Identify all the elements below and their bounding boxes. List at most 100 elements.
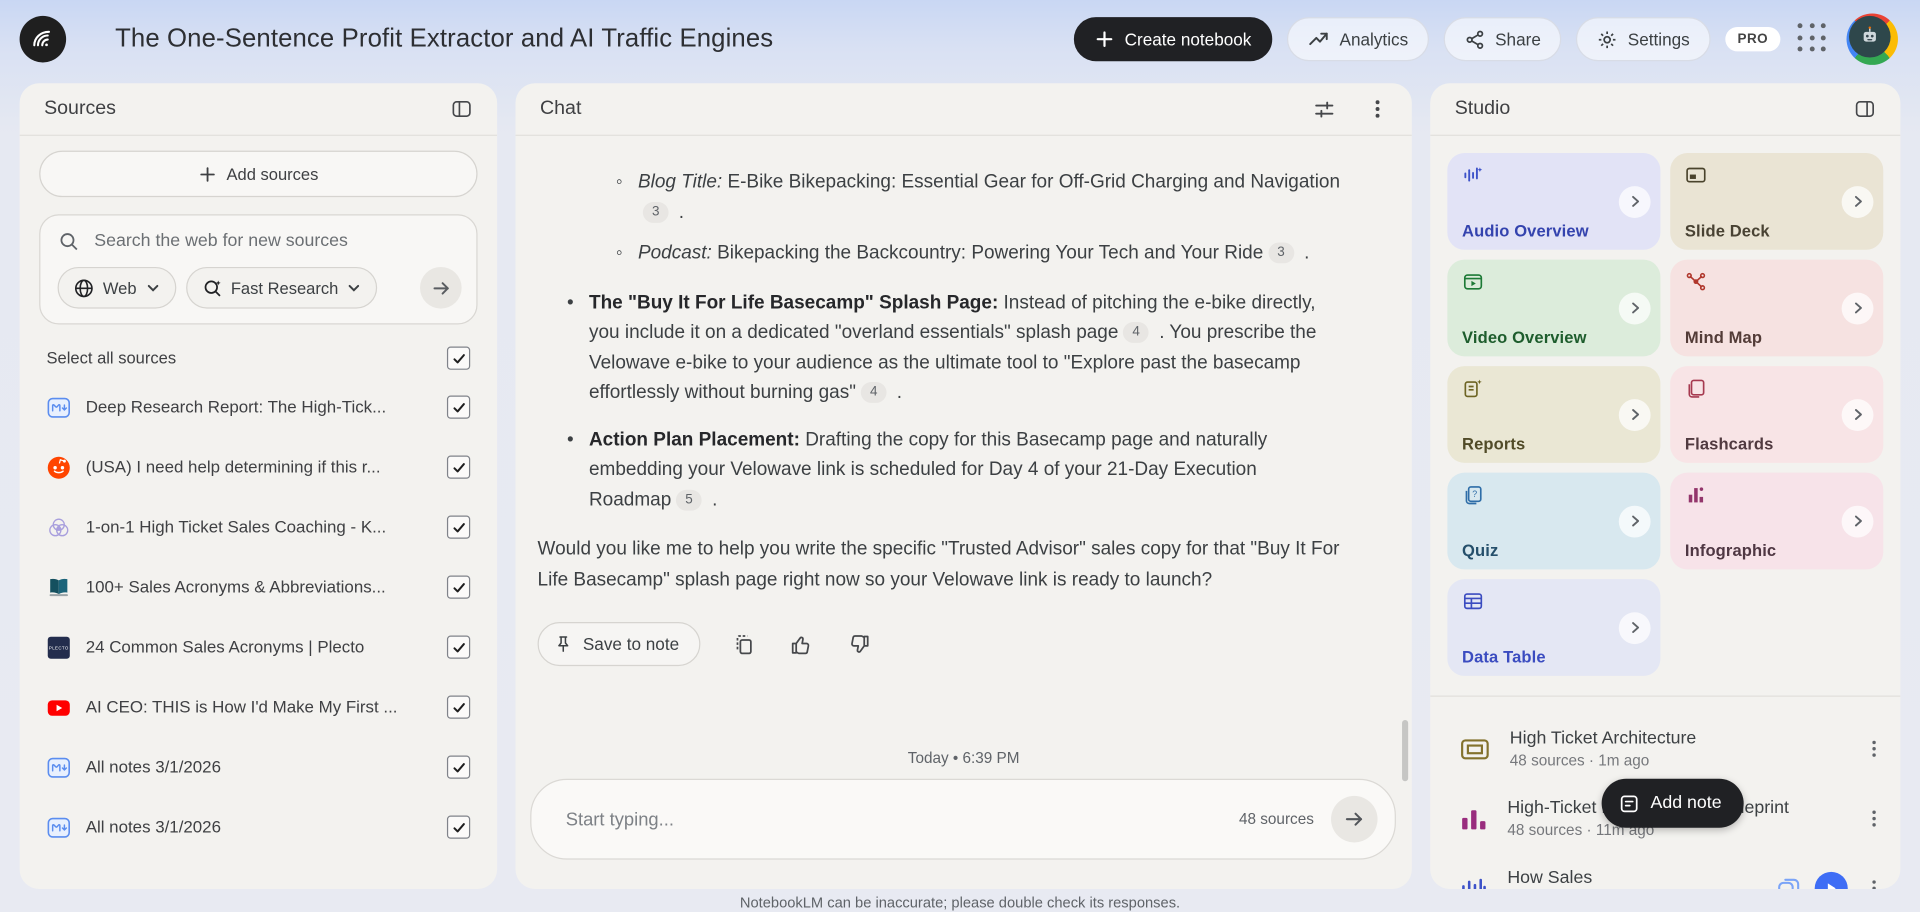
source-row[interactable]: 100+ Sales Acronyms & Abbreviations...: [47, 557, 471, 617]
pin-icon: [553, 634, 573, 654]
chat-input-bar: 48 sources: [530, 779, 1396, 860]
chevron-right-icon[interactable]: [1619, 612, 1651, 644]
studio-panel-title: Studio: [1455, 98, 1511, 120]
thumbs-down-icon[interactable]: [844, 630, 872, 658]
bar-chart-icon: [1460, 805, 1488, 832]
play-audio-button[interactable]: [1815, 872, 1848, 889]
chat-input[interactable]: [563, 808, 1222, 831]
chat-more-menu-icon[interactable]: [1363, 94, 1392, 123]
chevron-right-icon[interactable]: [1842, 292, 1874, 324]
search-submit-button[interactable]: [420, 267, 462, 309]
flashcards-card[interactable]: Flashcards: [1670, 366, 1883, 463]
audio-overview-icon: [1462, 164, 1648, 186]
reports-card[interactable]: Reports: [1447, 366, 1660, 463]
source-checkbox[interactable]: [447, 696, 470, 719]
send-message-button[interactable]: [1331, 796, 1378, 843]
chat-bullet: The "Buy It For Life Basecamp" Splash Pa…: [567, 288, 1343, 408]
chat-sub-bullet: Blog Title: E-Bike Bikepacking: Essentia…: [616, 168, 1343, 228]
settings-button[interactable]: Settings: [1576, 17, 1710, 61]
audio-overview-card[interactable]: Audio Overview: [1447, 153, 1660, 250]
source-row[interactable]: All notes 3/1/2026: [47, 797, 471, 857]
svg-text:?: ?: [1472, 489, 1477, 499]
citation-chip[interactable]: 4: [861, 382, 887, 403]
venn-site-icon: [47, 515, 71, 539]
research-mode-dropdown[interactable]: Fast Research: [186, 267, 378, 309]
mind-map-icon: [1685, 271, 1871, 293]
note-more-menu-icon[interactable]: [1860, 874, 1888, 889]
source-row[interactable]: 1-on-1 High Ticket Sales Coaching - K...: [47, 497, 471, 557]
source-row[interactable]: (USA) I need help determining if this r.…: [47, 437, 471, 497]
globe-icon: [73, 277, 94, 298]
video-overview-card[interactable]: Video Overview: [1447, 260, 1660, 357]
chevron-right-icon[interactable]: [1842, 505, 1874, 537]
citation-chip[interactable]: 5: [676, 489, 702, 510]
reports-icon: [1462, 377, 1648, 399]
source-row[interactable]: PLECTO 24 Common Sales Acronyms | Plecto: [47, 617, 471, 677]
citation-chip[interactable]: 3: [643, 201, 669, 222]
source-checkbox[interactable]: [447, 576, 470, 599]
sources-list: Deep Research Report: The High-Tick... (…: [39, 377, 477, 857]
thumbs-up-icon[interactable]: [787, 630, 815, 658]
web-filter-dropdown[interactable]: Web: [58, 267, 176, 309]
source-row[interactable]: All notes 3/1/2026: [47, 737, 471, 797]
citation-chip[interactable]: 4: [1123, 322, 1149, 343]
slide-deck-icon: [1685, 164, 1871, 186]
web-search-box: Web Fast Research: [39, 214, 477, 324]
user-avatar[interactable]: [1847, 13, 1898, 64]
collapse-studio-panel-icon[interactable]: [1849, 93, 1881, 125]
source-checkbox[interactable]: [447, 636, 470, 659]
chat-closing-question: Would you like me to help you write the …: [538, 535, 1344, 595]
data-table-card[interactable]: Data Table: [1447, 579, 1660, 676]
chat-settings-tune-icon[interactable]: [1308, 92, 1341, 125]
chat-sub-bullet-list: Blog Title: E-Bike Bikepacking: Essentia…: [616, 168, 1343, 269]
save-to-note-button[interactable]: Save to note: [538, 622, 700, 666]
infographic-icon: [1685, 484, 1871, 506]
slide-frame-icon: [1460, 735, 1491, 762]
notebooklm-logo-icon[interactable]: [20, 16, 67, 63]
chevron-right-icon[interactable]: [1842, 186, 1874, 218]
chat-message-area: Blog Title: E-Bike Bikepacking: Essentia…: [516, 136, 1412, 742]
collapse-sources-panel-icon[interactable]: [446, 93, 478, 125]
note-more-menu-icon[interactable]: [1860, 735, 1888, 763]
copy-icon[interactable]: [729, 630, 757, 658]
analytics-button[interactable]: Analytics: [1287, 17, 1429, 61]
plus-icon: [198, 165, 216, 183]
source-row[interactable]: AI CEO: THIS is How I'd Make My First ..…: [47, 677, 471, 737]
source-checkbox[interactable]: [447, 396, 470, 419]
interactive-mode-icon[interactable]: [1776, 875, 1803, 889]
share-button[interactable]: Share: [1444, 17, 1562, 61]
source-checkbox[interactable]: [447, 756, 470, 779]
slide-deck-card[interactable]: Slide Deck: [1670, 153, 1883, 250]
chevron-right-icon[interactable]: [1619, 292, 1651, 324]
add-sources-button[interactable]: Add sources: [39, 151, 477, 198]
notebook-title[interactable]: The One-Sentence Profit Extractor and AI…: [115, 24, 1060, 53]
note-row[interactable]: High Ticket Architecture 48 sources · 1m…: [1460, 714, 1889, 784]
web-search-input[interactable]: [92, 230, 462, 252]
note-row-audio[interactable]: How Sales 48 sources ·: [1460, 853, 1889, 889]
chevron-right-icon[interactable]: [1842, 399, 1874, 431]
youtube-icon: [47, 695, 71, 719]
notebooklm-note-icon: [47, 815, 71, 839]
note-add-icon: [1619, 793, 1640, 814]
mind-map-card[interactable]: Mind Map: [1670, 260, 1883, 357]
citation-chip[interactable]: 3: [1268, 242, 1294, 263]
chat-scrollbar[interactable]: [1402, 720, 1408, 781]
message-actions: Save to note: [538, 622, 1344, 666]
chevron-right-icon[interactable]: [1619, 505, 1651, 537]
svg-text:PLECTO: PLECTO: [49, 645, 69, 650]
create-notebook-button[interactable]: Create notebook: [1074, 17, 1272, 61]
add-note-button[interactable]: Add note: [1602, 779, 1744, 828]
quiz-card[interactable]: ? Quiz: [1447, 473, 1660, 570]
source-checkbox[interactable]: [447, 816, 470, 839]
select-all-checkbox[interactable]: [447, 347, 470, 370]
source-checkbox[interactable]: [447, 516, 470, 539]
chat-date-divider: Today • 6:39 PM: [516, 742, 1412, 779]
google-apps-icon[interactable]: [1795, 21, 1832, 58]
infographic-card[interactable]: Infographic: [1670, 473, 1883, 570]
source-checkbox[interactable]: [447, 456, 470, 479]
source-row[interactable]: Deep Research Report: The High-Tick...: [47, 377, 471, 437]
chevron-right-icon[interactable]: [1619, 186, 1651, 218]
note-more-menu-icon[interactable]: [1860, 804, 1888, 832]
chevron-right-icon[interactable]: [1619, 399, 1651, 431]
chat-bullet: Action Plan Placement: Drafting the copy…: [567, 426, 1343, 516]
